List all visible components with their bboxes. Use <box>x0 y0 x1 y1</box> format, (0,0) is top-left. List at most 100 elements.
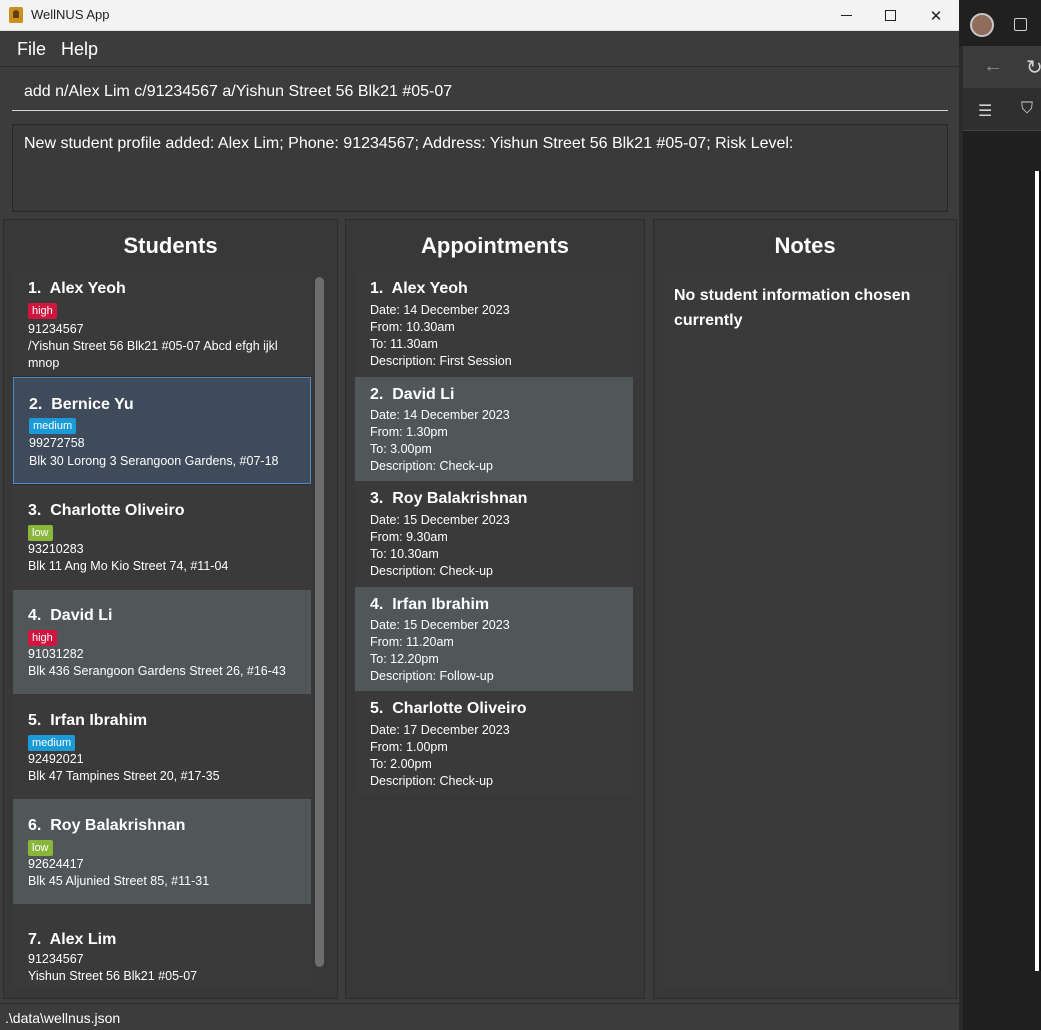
browser-tab-strip <box>959 0 1041 46</box>
student-address: Blk 30 Lorong 3 Serangoon Gardens, #07-1… <box>29 454 279 468</box>
appointment-to: To: 12.20pm <box>370 652 439 666</box>
appointment-from: From: 1.30pm <box>370 425 448 439</box>
student-name: 3. Charlotte Oliveiro <box>28 502 185 519</box>
students-scrollbar[interactable] <box>315 277 324 967</box>
student-address-cont: mnop <box>28 356 60 370</box>
risk-badge: low <box>28 840 53 856</box>
menu-help[interactable]: Help <box>61 39 98 60</box>
status-bar: .\data\wellnus.json <box>0 1003 959 1030</box>
student-phone: 91234567 <box>28 952 84 966</box>
maximize-button[interactable] <box>867 0 913 31</box>
window-title: WellNUS App <box>31 7 110 22</box>
notes-content: No student information chosen currently <box>664 271 947 989</box>
appointment-name: 3. Roy Balakrishnan <box>370 490 528 507</box>
appointment-to: To: 10.30am <box>370 547 439 561</box>
menu-bar: File Help <box>0 31 959 67</box>
student-address: Blk 45 Aljunied Street 85, #11-31 <box>28 874 210 888</box>
student-phone: 91234567 <box>28 322 84 336</box>
student-phone: 92624417 <box>28 857 84 871</box>
appointments-list[interactable]: 1. Alex Yeoh Date: 14 December 2023 From… <box>355 271 633 797</box>
browser-nav-bar: ← ↻ <box>963 46 1041 88</box>
appointment-card-4[interactable]: 4. Irfan Ibrahim Date: 15 December 2023 … <box>355 587 633 691</box>
close-button[interactable]: ✕ <box>913 0 959 31</box>
appointment-description: Description: Check-up <box>370 459 493 473</box>
reload-icon[interactable]: ↻ <box>1026 55 1041 80</box>
browser-content <box>963 131 1041 1030</box>
student-card-7[interactable]: 7. Alex Lim 91234567 Yishun Street 56 Bl… <box>13 904 311 987</box>
appointment-card-2[interactable]: 2. David Li Date: 14 December 2023 From:… <box>355 377 633 481</box>
cart-icon[interactable]: ⛉ <box>1021 100 1033 118</box>
wellnus-window: WellNUS App ✕ File Help New student prof… <box>0 0 959 1030</box>
minimize-button[interactable] <box>823 0 869 31</box>
student-card-4[interactable]: 4. David Li high 91031282 Blk 436 Serang… <box>13 590 311 694</box>
appointment-from: From: 1.00pm <box>370 740 448 754</box>
risk-badge: medium <box>29 418 77 434</box>
student-name: 6. Roy Balakrishnan <box>28 817 186 834</box>
appointment-name: 1. Alex Yeoh <box>370 280 468 297</box>
appointment-description: Description: Check-up <box>370 564 493 578</box>
notes-title: Notes <box>774 233 836 258</box>
appointments-title: Appointments <box>421 233 569 258</box>
student-phone: 99272758 <box>29 436 85 450</box>
menu-file[interactable]: File <box>17 39 46 60</box>
appointments-panel: Appointments 1. Alex Yeoh Date: 14 Decem… <box>345 219 645 999</box>
student-address: Blk 47 Tampines Street 20, #17-35 <box>28 769 220 783</box>
student-card-6[interactable]: 6. Roy Balakrishnan low 92624417 Blk 45 … <box>13 799 311 904</box>
close-icon: ✕ <box>929 7 943 25</box>
browser-page-edge <box>1035 171 1041 971</box>
student-card-1[interactable]: 1. Alex Yeoh high 91234567 /Yishun Stree… <box>13 271 311 376</box>
back-arrow-icon[interactable]: ← <box>983 55 1003 78</box>
student-name: 7. Alex Lim <box>28 931 117 948</box>
appointment-date: Date: 17 December 2023 <box>370 723 510 737</box>
risk-badge: high <box>28 303 57 319</box>
appointment-from: From: 9.30am <box>370 530 448 544</box>
list-icon[interactable]: ☰ <box>978 101 992 121</box>
background-browser-window[interactable]: ← ↻ ☰ ⛉ <box>959 0 1041 1030</box>
appointment-from: From: 10.30am <box>370 320 455 334</box>
tab-actions-icon[interactable] <box>1014 18 1027 31</box>
browser-toolbar: ☰ ⛉ <box>963 88 1041 131</box>
appointment-date: Date: 15 December 2023 <box>370 618 510 632</box>
command-input[interactable] <box>24 83 924 101</box>
title-bar: WellNUS App ✕ <box>0 0 959 31</box>
students-list[interactable]: 1. Alex Yeoh high 91234567 /Yishun Stree… <box>13 271 311 987</box>
student-name: 4. David Li <box>28 607 113 624</box>
student-address: Yishun Street 56 Blk21 #05-07 <box>28 969 198 983</box>
appointment-description: Description: Check-up <box>370 774 493 788</box>
student-name: 1. Alex Yeoh <box>28 280 126 297</box>
command-box <box>12 74 948 111</box>
student-name: 2. Bernice Yu <box>29 396 134 413</box>
students-title: Students <box>123 233 218 258</box>
risk-badge: low <box>28 525 53 541</box>
appointment-card-1[interactable]: 1. Alex Yeoh Date: 14 December 2023 From… <box>355 271 633 377</box>
student-phone: 92492021 <box>28 752 84 766</box>
profile-avatar-icon[interactable] <box>970 13 994 37</box>
wellnus-app-icon <box>9 7 23 23</box>
student-card-2[interactable]: 2. Bernice Yu medium 99272758 Blk 30 Lor… <box>13 377 311 484</box>
appointment-to: To: 2.00pm <box>370 757 432 771</box>
risk-badge: high <box>28 630 57 646</box>
student-name: 5. Irfan Ibrahim <box>28 712 148 729</box>
appointment-to: To: 11.30am <box>370 337 438 351</box>
student-address: Blk 436 Serangoon Gardens Street 26, #16… <box>28 664 286 678</box>
result-display: New student profile added: Alex Lim; Pho… <box>12 124 948 212</box>
appointment-date: Date: 15 December 2023 <box>370 513 510 527</box>
appointment-card-5[interactable]: 5. Charlotte Oliveiro Date: 17 December … <box>355 691 633 797</box>
appointment-name: 2. David Li <box>370 386 455 403</box>
student-card-3[interactable]: 3. Charlotte Oliveiro low 93210283 Blk 1… <box>13 485 311 590</box>
appointment-name: 4. Irfan Ibrahim <box>370 596 490 613</box>
student-card-5[interactable]: 5. Irfan Ibrahim medium 92492021 Blk 47 … <box>13 694 311 799</box>
students-panel: Students 1. Alex Yeoh high 91234567 /Yis… <box>3 219 338 999</box>
appointment-from: From: 11.20am <box>370 635 454 649</box>
risk-badge: medium <box>28 735 76 751</box>
save-location: .\data\wellnus.json <box>5 1010 121 1026</box>
appointment-date: Date: 14 December 2023 <box>370 303 510 317</box>
appointment-card-3[interactable]: 3. Roy Balakrishnan Date: 15 December 20… <box>355 481 633 587</box>
student-phone: 91031282 <box>28 647 84 661</box>
appointment-date: Date: 14 December 2023 <box>370 408 510 422</box>
student-phone: 93210283 <box>28 542 84 556</box>
appointment-to: To: 3.00pm <box>370 442 432 456</box>
maximize-icon <box>884 10 896 21</box>
notes-empty-message: No student information chosen currently <box>674 287 911 329</box>
result-message: New student profile added: Alex Lim; Pho… <box>24 135 794 152</box>
